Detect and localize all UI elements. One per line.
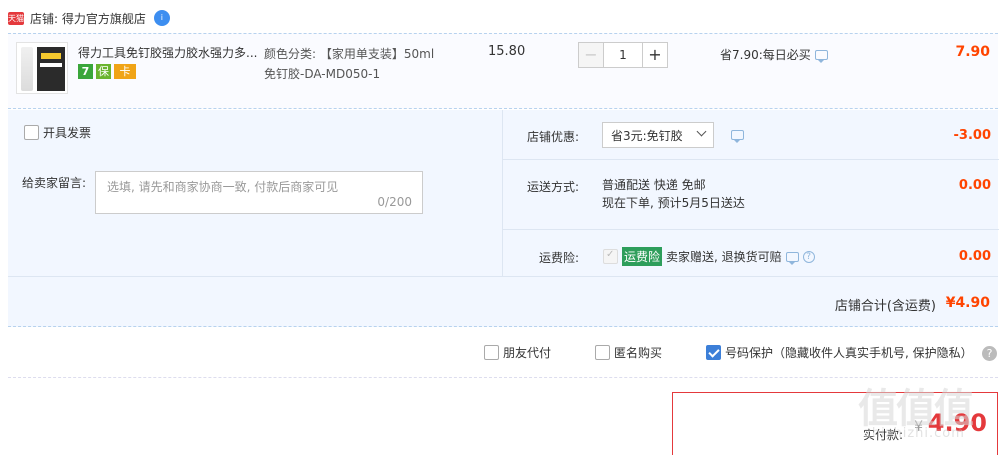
shop-total-label: 店铺合计(含运费) [834, 299, 936, 314]
box-label-white [40, 63, 62, 67]
product-tube-image [21, 47, 33, 91]
shipping-method: 普通配送 快递 免邮 [602, 178, 706, 192]
shipping-eta: 现在下单, 预计5月5日送达 [602, 196, 745, 210]
payment-currency: ¥ [914, 419, 923, 435]
quantity-stepper: − 1 + [578, 42, 668, 68]
message-char-count: 0/200 [377, 195, 412, 209]
unit-price: 15.80 [488, 44, 526, 59]
number-protect-label: 号码保护（隐藏收件人真实手机号, 保护隐私） [725, 346, 973, 360]
wangwang-chat-icon[interactable]: i [153, 10, 170, 26]
invoice-option[interactable]: 开具发票 [24, 124, 91, 141]
sku-line-2: 免钉胶-DA-MD050-1 [264, 67, 381, 81]
quantity-input[interactable]: 1 [603, 42, 643, 68]
payment-amount: 4.90 [927, 409, 987, 437]
order-item-row: 得力工具免钉胶强力胶水强力多... 7 保 卡 颜色分类: 【家用单支装】50m… [8, 33, 998, 109]
shop-discount-row: 店铺优惠: 省3元:免钉胶 -3.00 [503, 110, 999, 160]
friend-pay-label: 朋友代付 [503, 346, 552, 360]
divider [8, 377, 998, 378]
shop-discount-select[interactable]: 省3元:免钉胶 [602, 122, 714, 148]
extra-options: 朋友代付 匿名购买 号码保护（隐藏收件人真实手机号, 保护隐私） [484, 344, 973, 361]
product-title-link[interactable]: 得力工具免钉胶强力胶水强力多... [78, 44, 258, 61]
message-label: 给卖家留言: [22, 176, 87, 190]
chevron-down-icon [696, 126, 707, 137]
comment-icon[interactable] [785, 251, 799, 265]
seven-day-return-icon[interactable]: 7 [78, 64, 93, 79]
promo-text: 省7.90:每日必买 [720, 48, 811, 62]
comment-icon[interactable] [731, 130, 744, 143]
anonymous-label: 匿名购买 [614, 346, 663, 360]
anonymous-checkbox[interactable] [595, 345, 611, 360]
shipping-amount: 0.00 [958, 178, 991, 193]
item-promotion: 省7.90:每日必买 [720, 46, 828, 63]
sku-info: 颜色分类: 【家用单支装】50ml 免钉胶-DA-MD050-1 [264, 44, 464, 84]
credit-card-icon[interactable]: 卡 [114, 64, 136, 79]
item-subtotal: 7.90 [955, 44, 990, 60]
shipping-row: 运送方式: 普通配送 快递 免邮 现在下单, 预计5月5日送达 0.00 [503, 160, 999, 230]
guarantee-icon[interactable]: 保 [96, 64, 111, 79]
invoice-checkbox[interactable] [24, 125, 39, 140]
number-protect-checkbox[interactable] [706, 345, 722, 360]
product-thumbnail[interactable] [16, 42, 68, 94]
comment-icon[interactable] [814, 49, 828, 63]
sku-line-1: 颜色分类: 【家用单支装】50ml [264, 47, 435, 61]
shipping-label: 运送方式: [526, 180, 579, 194]
payment-summary: 实付款: ¥ 4.90 [672, 392, 998, 455]
anonymous-option[interactable]: 匿名购买 [595, 344, 662, 361]
insurance-text: 卖家赠送, 退换货可赔 [666, 250, 782, 264]
decrease-quantity-button[interactable]: − [578, 42, 604, 68]
options-right-column: 店铺优惠: 省3元:免钉胶 -3.00 运送方式: 普通配送 快递 免邮 现在下… [502, 110, 999, 276]
shop-name-link[interactable]: 店铺: 得力官方旗舰店 [30, 10, 146, 27]
payment-label: 实付款: [862, 428, 903, 442]
insurance-checkbox [603, 249, 618, 264]
shop-discount-amount: -3.00 [953, 128, 991, 143]
shipping-info: 普通配送 快递 免邮 现在下单, 预计5月5日送达 [602, 176, 745, 212]
shop-discount-value: 省3元:免钉胶 [611, 128, 683, 143]
question-icon[interactable]: ? [802, 250, 815, 263]
friend-pay-option[interactable]: 朋友代付 [484, 344, 551, 361]
shop-total-row: 店铺合计(含运费) ¥4.90 [8, 276, 998, 327]
service-icons: 7 保 卡 [78, 64, 136, 79]
insurance-option: 运费险 卖家赠送, 退换货可赔 ? [603, 247, 815, 266]
tmall-icon: 天猫 [8, 11, 24, 25]
product-box-image [37, 47, 65, 91]
shop-discount-label: 店铺优惠: [526, 130, 579, 144]
message-placeholder: 选填, 请先和商家协商一致, 付款后商家可见 [107, 180, 339, 194]
shop-header: 天猫 店铺: 得力官方旗舰店 i [8, 8, 170, 28]
box-label-yellow [41, 53, 61, 59]
increase-quantity-button[interactable]: + [642, 42, 668, 68]
insurance-tag: 运费险 [622, 247, 663, 266]
number-protect-option[interactable]: 号码保护（隐藏收件人真实手机号, 保护隐私） [706, 344, 973, 361]
seller-message-input[interactable]: 选填, 请先和商家协商一致, 付款后商家可见 0/200 [95, 171, 423, 214]
options-left-column: 开具发票 给卖家留言: 选填, 请先和商家协商一致, 付款后商家可见 0/200 [8, 110, 502, 276]
shop-total-amount: ¥4.90 [945, 295, 990, 311]
help-icon[interactable]: ? [982, 346, 997, 361]
insurance-label: 运费险: [538, 251, 579, 265]
insurance-amount: 0.00 [958, 249, 991, 264]
order-options-panel: 开具发票 给卖家留言: 选填, 请先和商家协商一致, 付款后商家可见 0/200… [8, 110, 999, 327]
friend-pay-checkbox[interactable] [484, 345, 499, 360]
insurance-row: 运费险: 运费险 卖家赠送, 退换货可赔 ? 0.00 [503, 230, 999, 276]
invoice-label: 开具发票 [43, 126, 92, 140]
